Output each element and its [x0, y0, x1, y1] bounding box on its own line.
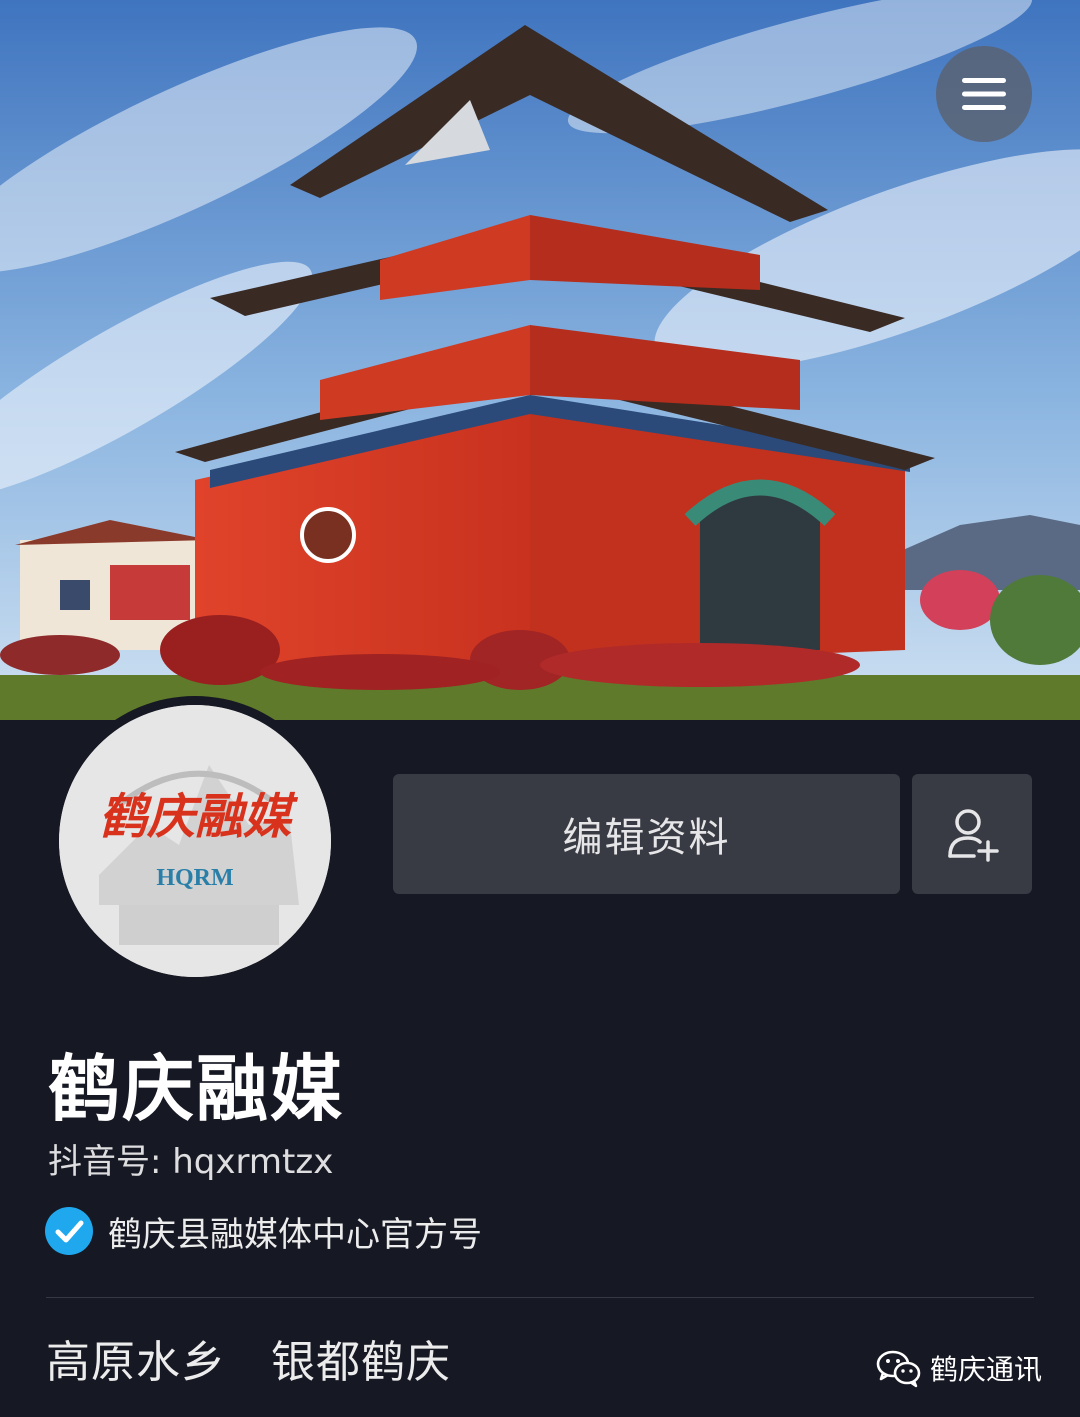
- wechat-icon: [876, 1350, 921, 1388]
- avatar[interactable]: 鹤庆融媒 HQRM: [59, 705, 331, 977]
- avatar-logo: 鹤庆融媒 HQRM: [59, 705, 331, 977]
- add-friend-button[interactable]: [912, 774, 1032, 894]
- profile-name: 鹤庆融媒: [48, 1047, 345, 1131]
- divider: [46, 1297, 1034, 1298]
- avatar-ring: 鹤庆融媒 HQRM: [50, 696, 340, 986]
- watermark-text: 鹤庆通讯: [929, 1353, 1042, 1386]
- avatar-logo-sub: HQRM: [156, 865, 233, 891]
- wechat-watermark: 鹤庆通讯: [876, 1348, 1042, 1388]
- add-friend-icon: [948, 809, 999, 862]
- douyin-id: 抖音号: hqxrmtzx: [48, 1142, 334, 1182]
- profile-section: 鹤庆融媒 HQRM 编辑资料 鹤庆融媒 抖音号: hqxrmtzx 鹤庆县融媒体…: [0, 696, 1080, 1417]
- cover-photo: [0, 0, 1080, 720]
- profile-bio: 高原水乡 银都鹤庆: [46, 1337, 451, 1388]
- verified-check-icon: [45, 1207, 93, 1255]
- avatar-logo-text: 鹤庆融媒: [99, 789, 299, 845]
- menu-button[interactable]: [936, 46, 1032, 142]
- edit-profile-button[interactable]: 编辑资料: [393, 774, 900, 894]
- bell-tower-photo: [0, 0, 1080, 720]
- verified-text: 鹤庆县融媒体中心官方号: [108, 1214, 482, 1255]
- hamburger-menu-icon: [962, 78, 1006, 110]
- verified-badge-row: 鹤庆县融媒体中心官方号: [44, 1206, 482, 1256]
